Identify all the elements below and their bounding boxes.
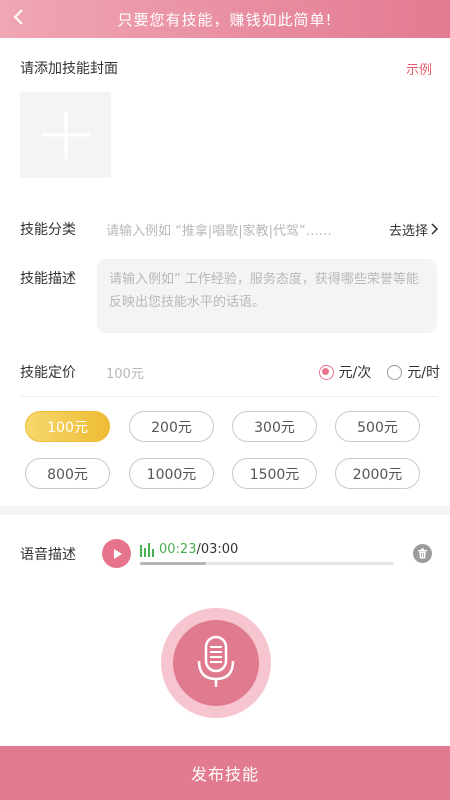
record-button-inner [173, 620, 259, 706]
unit-label: 元/时 [407, 365, 440, 381]
unit-label: 元/次 [338, 365, 372, 381]
category-row: 技能分类 请输入例如 “推拿|唱歌|家教|代驾”…… 去选择 [20, 218, 440, 240]
description-label: 技能描述 [20, 271, 76, 287]
description-textarea[interactable]: 请输入例如” 工作经验，服务态度，获得哪些荣誉等能反映出您技能水平的话语。 [97, 259, 437, 333]
category-input[interactable]: 请输入例如 “推拿|唱歌|家教|代驾”…… [106, 220, 379, 239]
audio-wave-icon [140, 543, 154, 557]
cover-row: 请添加技能封面 示例 [20, 58, 432, 78]
add-cover-button[interactable] [20, 92, 111, 178]
radio-unchecked-icon [387, 364, 403, 380]
price-chip[interactable]: 200元 [129, 411, 214, 442]
header-bar: 只要您有技能，赚钱如此简单! [0, 0, 450, 38]
choose-label: 去选择 [388, 223, 428, 239]
play-button[interactable] [102, 539, 131, 568]
cover-label: 请添加技能封面 [20, 61, 118, 77]
price-chip[interactable]: 300元 [232, 411, 317, 442]
chevron-right-icon [431, 223, 439, 235]
playback-time: 00:23/03:00 [159, 542, 238, 557]
price-input[interactable]: 100元 [106, 363, 303, 382]
price-label: 技能定价 [20, 365, 76, 381]
choose-category-button[interactable]: 去选择 [389, 220, 440, 239]
plus-icon [41, 111, 90, 159]
category-label: 技能分类 [20, 222, 76, 238]
back-button[interactable] [8, 6, 32, 30]
example-link[interactable]: 示例 [406, 59, 432, 78]
microphone-icon [197, 635, 235, 687]
voice-row: 语音描述 00:23/03:00 [20, 537, 440, 569]
price-chip[interactable]: 1000元 [129, 458, 214, 489]
play-icon [113, 548, 122, 559]
trash-icon [418, 548, 427, 559]
record-button[interactable] [161, 608, 271, 718]
current-time: 00:23 [159, 542, 197, 557]
price-chip[interactable]: 100元 [25, 411, 110, 442]
price-chip[interactable]: 1500元 [232, 458, 317, 489]
price-chip[interactable]: 800元 [25, 458, 110, 489]
price-row: 技能定价 100元 元/次 元/时 [20, 360, 440, 384]
chevron-left-icon [13, 9, 23, 25]
delete-recording-button[interactable] [413, 544, 432, 563]
voice-label: 语音描述 [20, 547, 76, 563]
price-chip[interactable]: 500元 [335, 411, 420, 442]
page-title: 只要您有技能，赚钱如此简单! [117, 10, 333, 29]
price-chip[interactable]: 2000元 [335, 458, 420, 489]
progress-fill [140, 562, 207, 565]
radio-checked-icon [318, 364, 334, 380]
section-divider [0, 506, 450, 515]
divider [20, 396, 438, 397]
unit-per-time-radio[interactable]: 元/次 [318, 362, 372, 382]
publish-button[interactable]: 发布技能 [0, 746, 450, 800]
playback-progress-bar[interactable] [140, 562, 394, 565]
unit-per-hour-radio[interactable]: 元/时 [387, 362, 440, 382]
total-time: /03:00 [196, 542, 239, 557]
